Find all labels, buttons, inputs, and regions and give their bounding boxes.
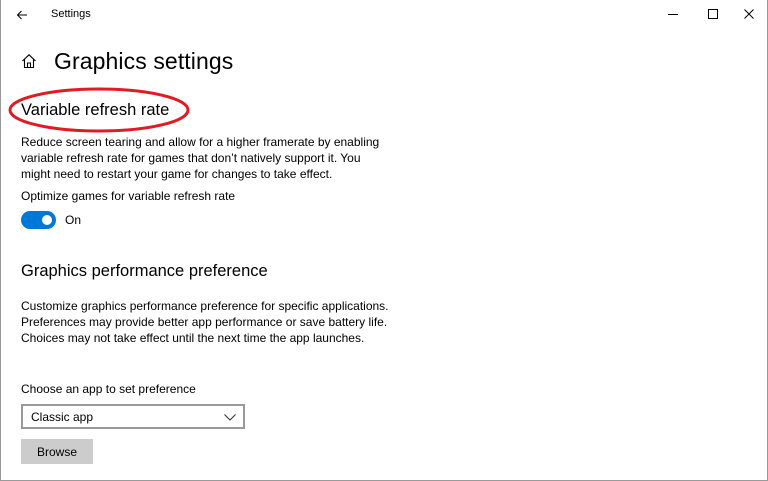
arrow-left-icon xyxy=(16,10,27,20)
window-title: Settings xyxy=(51,8,91,20)
minimize-icon xyxy=(668,14,678,15)
optimize-games-label: Optimize games for variable refresh rate xyxy=(21,189,236,203)
close-button[interactable] xyxy=(733,0,765,28)
page-title: Graphics settings xyxy=(54,47,234,74)
settings-window: Settings Graphics settings Variable refr… xyxy=(0,0,768,481)
close-icon xyxy=(744,9,754,19)
graphics-performance-heading: Graphics performance preference xyxy=(21,262,268,280)
chevron-down-icon xyxy=(224,414,236,421)
home-button[interactable] xyxy=(19,51,39,71)
choose-app-label: Choose an app to set preference xyxy=(21,382,196,396)
graphics-performance-description: Customize graphics performance preferenc… xyxy=(21,299,389,345)
toggle-knob xyxy=(42,215,52,225)
maximize-button[interactable] xyxy=(697,0,729,28)
home-icon xyxy=(22,54,36,69)
toggle-state-text: On xyxy=(65,213,82,227)
browse-button[interactable]: Browse xyxy=(21,439,93,464)
variable-refresh-rate-heading: Variable refresh rate xyxy=(21,101,170,119)
minimize-button[interactable] xyxy=(657,0,689,28)
maximize-icon xyxy=(708,9,718,19)
page-header: Graphics settings xyxy=(19,44,233,78)
variable-refresh-rate-toggle[interactable] xyxy=(21,211,56,229)
back-button[interactable] xyxy=(7,1,37,29)
variable-refresh-rate-description: Reduce screen tearing and allow for a hi… xyxy=(21,135,380,181)
dropdown-selected-value: Classic app xyxy=(31,410,94,424)
app-type-dropdown[interactable]: Classic app xyxy=(21,404,245,429)
title-bar: Settings xyxy=(1,0,767,30)
